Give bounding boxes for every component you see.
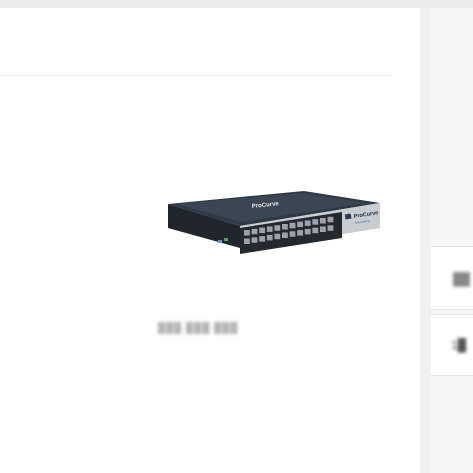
ethernet-port-icon [320, 218, 326, 224]
ethernet-port-icon [244, 238, 250, 244]
ethernet-port-icon [259, 227, 265, 234]
ethernet-port-icon [312, 219, 319, 225]
ethernet-port-icon [266, 226, 273, 232]
product-caption: ███ ███ ███ [158, 323, 239, 334]
ethernet-port-icon [297, 230, 303, 236]
ethernet-port-icon [297, 221, 303, 228]
ethernet-port-icon [282, 232, 288, 238]
top-strip [0, 0, 473, 8]
status-led-icon [224, 238, 228, 241]
product-image[interactable]: ProCurve Networking ProCurve [166, 184, 382, 262]
side-card-text: ██ [453, 272, 471, 286]
ethernet-port-icon [327, 225, 334, 231]
side-panel [431, 8, 473, 473]
ethernet-port-icon [266, 234, 273, 241]
ethernet-port-icon [259, 236, 265, 242]
ethernet-port-icon [274, 233, 281, 240]
ethernet-port-icon [304, 228, 311, 235]
side-card-text: 1█ [451, 338, 467, 352]
status-led-icon [218, 240, 222, 243]
ethernet-port-icon [282, 224, 288, 230]
side-card[interactable]: 1█ [431, 314, 473, 376]
ethernet-port-icon [289, 231, 296, 237]
side-card[interactable]: ██ [431, 246, 473, 310]
main-panel: ProCurve Networking ProCurve ███ ███ ███ [0, 8, 420, 473]
ethernet-port-icon [320, 226, 326, 232]
hp-logo-icon [344, 213, 352, 220]
header-area [0, 8, 392, 76]
ethernet-port-icon [244, 230, 250, 236]
ethernet-port-icon [304, 220, 311, 226]
ethernet-port-icon [327, 216, 334, 223]
ethernet-port-icon [274, 225, 281, 231]
ethernet-port-icon [251, 237, 258, 243]
ethernet-port-icon [289, 222, 296, 229]
ethernet-port-icon [251, 228, 258, 235]
ethernet-port-icon [312, 227, 319, 234]
